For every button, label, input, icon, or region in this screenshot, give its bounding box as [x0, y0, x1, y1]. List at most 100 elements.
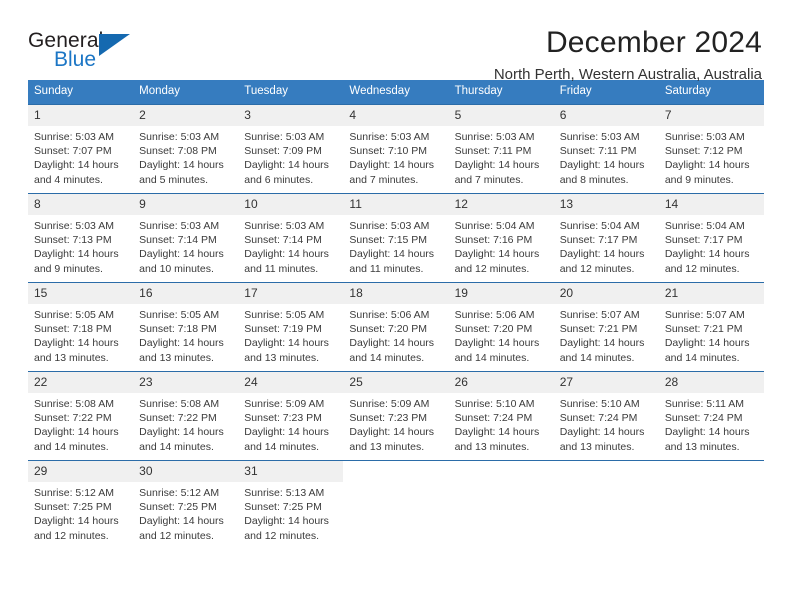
sunset-text: Sunset: 7:22 PM: [34, 412, 112, 425]
day-cell-17[interactable]: 17 Sunrise: 5:05 AM Sunset: 7:19 PM Dayligh…: [238, 283, 344, 364]
calendar-day-cell[interactable]: 17 Sunrise: 5:05 AM Sunset: 7:19 PM Dayligh…: [238, 282, 344, 364]
day-cell-28[interactable]: 28 Sunrise: 5:11 AM Sunset: 7:24 PM Dayligh…: [658, 372, 764, 453]
calendar-day-cell[interactable]: [448, 460, 554, 537]
sunrise-text: Sunrise: 5:12 AM: [139, 487, 220, 499]
sunset-text: Sunset: 7:13 PM: [34, 234, 112, 247]
brand-logo[interactable]: General Blue: [28, 26, 148, 70]
calendar-week-row: 29 Sunrise: 5:12 AM Sunset: 7:25 PM Dayligh…: [28, 460, 764, 542]
day-cell-9[interactable]: 9 Sunrise: 5:03 AM Sunset: 7:14 PM Daylight…: [133, 194, 239, 275]
day-cell-2[interactable]: 2 Sunrise: 5:03 AM Sunset: 7:08 PM Daylight…: [133, 105, 239, 186]
day-number: 17: [238, 283, 344, 304]
day-cell-4[interactable]: 4 Sunrise: 5:03 AM Sunset: 7:10 PM Daylight…: [343, 105, 449, 186]
day-cell-22[interactable]: 22 Sunrise: 5:08 AM Sunset: 7:22 PM Dayligh…: [28, 372, 134, 453]
calendar-day-cell[interactable]: 19 Sunrise: 5:06 AM Sunset: 7:20 PM Dayligh…: [448, 282, 554, 364]
calendar-day-cell[interactable]: 12 Sunrise: 5:04 AM Sunset: 7:16 PM Dayligh…: [448, 193, 554, 275]
daylight-text: Daylight: 14 hours and 12 minutes.: [244, 515, 329, 542]
calendar-day-cell[interactable]: 4 Sunrise: 5:03 AM Sunset: 7:10 PM Daylight…: [343, 104, 449, 186]
sunset-text: Sunset: 7:24 PM: [664, 412, 743, 425]
day-number: 14: [658, 194, 764, 215]
day-number: [658, 461, 764, 469]
day-cell-1[interactable]: 1 Sunrise: 5:03 AM Sunset: 7:07 PM Daylight…: [28, 105, 134, 186]
calendar-day-cell[interactable]: 14 Sunrise: 5:04 AM Sunset: 7:17 PM Dayligh…: [658, 193, 764, 275]
day-cell-18[interactable]: 18 Sunrise: 5:06 AM Sunset: 7:20 PM Dayligh…: [343, 283, 449, 364]
calendar-day-cell[interactable]: 1 Sunrise: 5:03 AM Sunset: 7:07 PM Daylight…: [28, 104, 134, 186]
calendar-day-cell[interactable]: 29 Sunrise: 5:12 AM Sunset: 7:25 PM Dayligh…: [28, 460, 134, 542]
daylight-text: Daylight: 14 hours and 12 minutes.: [34, 515, 119, 542]
calendar-day-cell[interactable]: 7 Sunrise: 5:03 AM Sunset: 7:12 PM Daylight…: [658, 104, 764, 186]
day-details: Sunrise: 5:05 AM Sunset: 7:18 PM Daylight:…: [28, 304, 133, 365]
sunrise-text: Sunrise: 5:03 AM: [139, 220, 220, 232]
day-details: Sunrise: 5:10 AM Sunset: 7:24 PM Daylight:…: [449, 393, 554, 454]
calendar-day-cell[interactable]: 18 Sunrise: 5:06 AM Sunset: 7:20 PM Dayligh…: [343, 282, 449, 364]
sunset-text: Sunset: 7:19 PM: [244, 323, 322, 336]
day-details: Sunrise: 5:10 AM Sunset: 7:24 PM Daylight:…: [554, 393, 659, 454]
calendar-day-cell[interactable]: 27 Sunrise: 5:10 AM Sunset: 7:24 PM Dayligh…: [553, 371, 659, 453]
day-cell-10[interactable]: 10 Sunrise: 5:03 AM Sunset: 7:14 PM Dayligh…: [238, 194, 344, 275]
sunset-text: Sunset: 7:10 PM: [349, 145, 428, 158]
day-cell-29[interactable]: 29 Sunrise: 5:12 AM Sunset: 7:25 PM Dayligh…: [28, 461, 134, 542]
day-number: 16: [133, 283, 239, 304]
calendar-day-cell[interactable]: 11 Sunrise: 5:03 AM Sunset: 7:15 PM Dayligh…: [343, 193, 449, 275]
calendar-day-cell[interactable]: 30 Sunrise: 5:12 AM Sunset: 7:25 PM Dayligh…: [133, 460, 239, 542]
calendar-day-cell[interactable]: 16 Sunrise: 5:05 AM Sunset: 7:18 PM Dayligh…: [133, 282, 239, 364]
day-cell-8[interactable]: 8 Sunrise: 5:03 AM Sunset: 7:13 PM Daylight…: [28, 194, 134, 275]
day-cell-27[interactable]: 27 Sunrise: 5:10 AM Sunset: 7:24 PM Dayligh…: [553, 372, 659, 453]
day-cell-16[interactable]: 16 Sunrise: 5:05 AM Sunset: 7:18 PM Dayligh…: [133, 283, 239, 364]
day-cell-15[interactable]: 15 Sunrise: 5:05 AM Sunset: 7:18 PM Dayligh…: [28, 283, 134, 364]
day-cell-12[interactable]: 12 Sunrise: 5:04 AM Sunset: 7:16 PM Dayligh…: [448, 194, 554, 275]
day-cell-7[interactable]: 7 Sunrise: 5:03 AM Sunset: 7:12 PM Daylight…: [658, 105, 764, 186]
day-cell-14[interactable]: 14 Sunrise: 5:04 AM Sunset: 7:17 PM Dayligh…: [658, 194, 764, 275]
day-details: Sunrise: 5:06 AM Sunset: 7:20 PM Daylight:…: [449, 304, 554, 365]
day-details: Sunrise: 5:03 AM Sunset: 7:10 PM Daylight:…: [343, 126, 448, 187]
day-cell-23[interactable]: 23 Sunrise: 5:08 AM Sunset: 7:22 PM Dayligh…: [133, 372, 239, 453]
calendar-day-cell[interactable]: 10 Sunrise: 5:03 AM Sunset: 7:14 PM Dayligh…: [238, 193, 344, 275]
calendar-day-cell[interactable]: 21 Sunrise: 5:07 AM Sunset: 7:21 PM Dayligh…: [658, 282, 764, 364]
day-details: Sunrise: 5:03 AM Sunset: 7:11 PM Daylight:…: [449, 126, 554, 187]
sunrise-text: Sunrise: 5:08 AM: [34, 398, 114, 410]
calendar-day-cell[interactable]: 8 Sunrise: 5:03 AM Sunset: 7:13 PM Daylight…: [28, 193, 134, 275]
day-cell-11[interactable]: 11 Sunrise: 5:03 AM Sunset: 7:15 PM Dayligh…: [343, 194, 449, 275]
day-cell-30[interactable]: 30 Sunrise: 5:12 AM Sunset: 7:25 PM Dayligh…: [133, 461, 239, 542]
day-cell-21[interactable]: 21 Sunrise: 5:07 AM Sunset: 7:21 PM Dayligh…: [658, 283, 764, 364]
calendar-week-row: 15 Sunrise: 5:05 AM Sunset: 7:18 PM Dayligh…: [28, 282, 764, 364]
day-details: Sunrise: 5:05 AM Sunset: 7:18 PM Daylight:…: [133, 304, 238, 365]
calendar-day-cell[interactable]: 6 Sunrise: 5:03 AM Sunset: 7:11 PM Daylight…: [553, 104, 659, 186]
calendar-day-cell[interactable]: 20 Sunrise: 5:07 AM Sunset: 7:21 PM Dayligh…: [553, 282, 659, 364]
sunset-text: Sunset: 7:23 PM: [244, 412, 322, 425]
day-cell-5[interactable]: 5 Sunrise: 5:03 AM Sunset: 7:11 PM Daylight…: [448, 105, 554, 186]
calendar-day-cell[interactable]: 22 Sunrise: 5:08 AM Sunset: 7:22 PM Dayligh…: [28, 371, 134, 453]
calendar-day-cell[interactable]: 25 Sunrise: 5:09 AM Sunset: 7:23 PM Dayligh…: [343, 371, 449, 453]
day-cell-3[interactable]: 3 Sunrise: 5:03 AM Sunset: 7:09 PM Daylight…: [238, 105, 344, 186]
day-cell-19[interactable]: 19 Sunrise: 5:06 AM Sunset: 7:20 PM Dayligh…: [448, 283, 554, 364]
calendar-day-cell[interactable]: 31 Sunrise: 5:13 AM Sunset: 7:25 PM Dayligh…: [238, 460, 344, 542]
calendar-day-cell[interactable]: 5 Sunrise: 5:03 AM Sunset: 7:11 PM Daylight…: [448, 104, 554, 186]
calendar-day-cell[interactable]: [658, 460, 764, 537]
sunrise-text: Sunrise: 5:03 AM: [349, 220, 430, 232]
calendar-day-cell[interactable]: 9 Sunrise: 5:03 AM Sunset: 7:14 PM Daylight…: [133, 193, 239, 275]
day-cell-24[interactable]: 24 Sunrise: 5:09 AM Sunset: 7:23 PM Dayligh…: [238, 372, 344, 453]
calendar-day-cell[interactable]: [553, 460, 659, 537]
daylight-text: Daylight: 14 hours and 12 minutes.: [139, 515, 224, 542]
calendar-day-cell[interactable]: 28 Sunrise: 5:11 AM Sunset: 7:24 PM Dayligh…: [658, 371, 764, 453]
calendar-day-cell[interactable]: 24 Sunrise: 5:09 AM Sunset: 7:23 PM Dayligh…: [238, 371, 344, 453]
calendar-day-cell[interactable]: 2 Sunrise: 5:03 AM Sunset: 7:08 PM Daylight…: [133, 104, 239, 186]
day-cell-26[interactable]: 26 Sunrise: 5:10 AM Sunset: 7:24 PM Dayligh…: [448, 372, 554, 453]
day-cell-25[interactable]: 25 Sunrise: 5:09 AM Sunset: 7:23 PM Dayligh…: [343, 372, 449, 453]
sunrise-text: Sunrise: 5:03 AM: [34, 220, 114, 232]
day-cell-13[interactable]: 13 Sunrise: 5:04 AM Sunset: 7:17 PM Dayligh…: [553, 194, 659, 275]
calendar-page: General Blue December 2024 North Perth, …: [0, 0, 792, 612]
day-details: Sunrise: 5:07 AM Sunset: 7:21 PM Daylight:…: [554, 304, 659, 365]
calendar-day-cell[interactable]: 3 Sunrise: 5:03 AM Sunset: 7:09 PM Daylight…: [238, 104, 344, 186]
day-cell-6[interactable]: 6 Sunrise: 5:03 AM Sunset: 7:11 PM Daylight…: [553, 105, 659, 186]
calendar-day-cell[interactable]: 15 Sunrise: 5:05 AM Sunset: 7:18 PM Dayligh…: [28, 282, 134, 364]
day-cell-31[interactable]: 31 Sunrise: 5:13 AM Sunset: 7:25 PM Dayligh…: [238, 461, 344, 542]
day-cell-20[interactable]: 20 Sunrise: 5:07 AM Sunset: 7:21 PM Dayligh…: [553, 283, 659, 364]
sunrise-text: Sunrise: 5:03 AM: [559, 131, 640, 143]
calendar-day-cell[interactable]: 23 Sunrise: 5:08 AM Sunset: 7:22 PM Dayligh…: [133, 371, 239, 453]
sunrise-text: Sunrise: 5:07 AM: [664, 309, 745, 321]
weekday-header-monday: Monday: [133, 80, 239, 105]
calendar-day-cell[interactable]: 26 Sunrise: 5:10 AM Sunset: 7:24 PM Dayligh…: [448, 371, 554, 453]
calendar-day-cell[interactable]: [343, 460, 449, 537]
calendar-day-cell[interactable]: 13 Sunrise: 5:04 AM Sunset: 7:17 PM Dayligh…: [553, 193, 659, 275]
weekday-header-sunday: Sunday: [28, 80, 134, 105]
